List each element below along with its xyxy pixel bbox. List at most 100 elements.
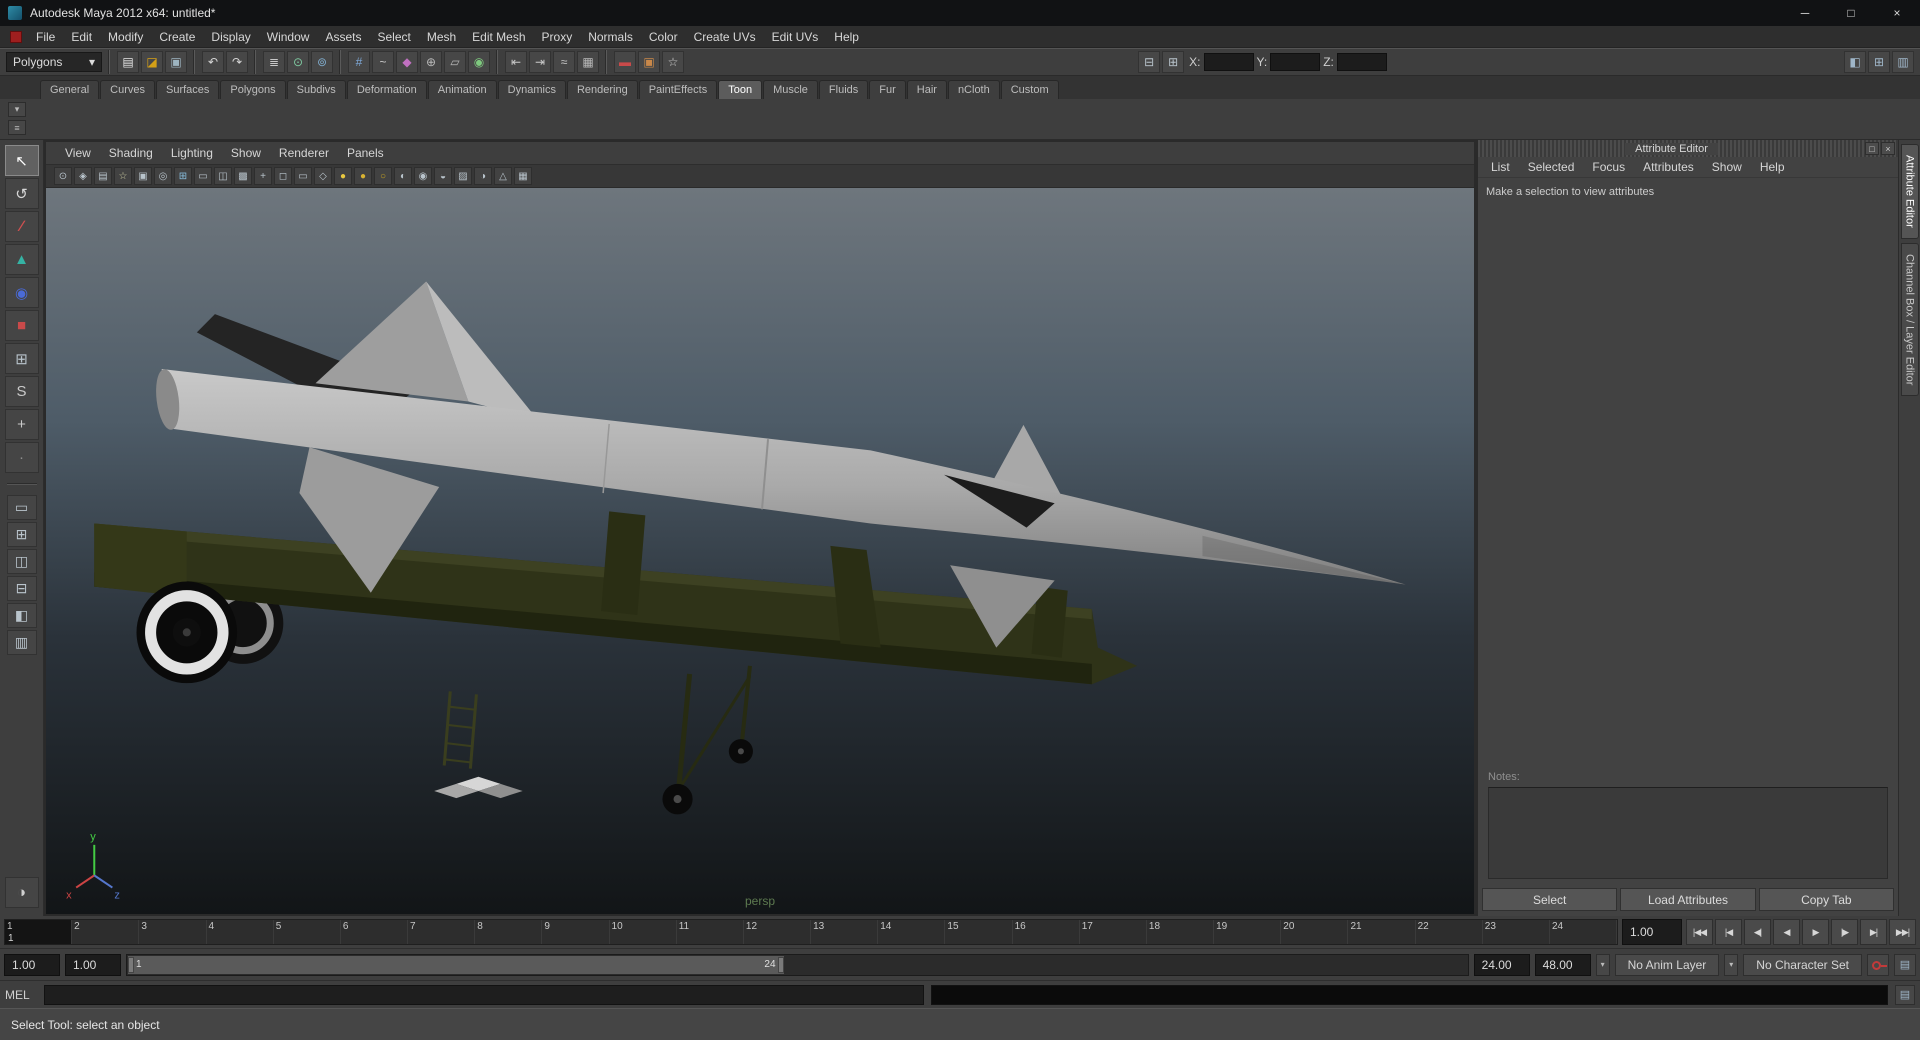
side-tab-attribute-editor[interactable]: Attribute Editor — [1900, 144, 1919, 239]
scale-tool[interactable]: ■ — [4, 310, 39, 341]
timeline-tick[interactable]: 7 — [408, 920, 476, 944]
input-field-mode-icon[interactable]: ⊞ — [1162, 51, 1185, 73]
lasso-tool[interactable]: ↺ — [4, 178, 39, 209]
shelf-tab-fluids[interactable]: Fluids — [818, 80, 869, 99]
status-line-separator[interactable] — [337, 50, 344, 74]
anim-layer-dropdown-icon[interactable]: ▾ — [1595, 953, 1610, 976]
last-tool-used[interactable]: · — [4, 442, 39, 473]
shelf-tab-surfaces[interactable]: Surfaces — [155, 80, 220, 99]
image-plane-icon[interactable]: ▣ — [134, 167, 152, 185]
playback-end-field[interactable]: 24.00 — [1473, 953, 1530, 976]
menu-edit-uvs[interactable]: Edit UVs — [764, 27, 827, 47]
shelf-tab-hair[interactable]: Hair — [906, 80, 947, 99]
xray-mode-icon[interactable]: ◑ — [474, 167, 492, 185]
isolate-select-icon[interactable]: △ — [494, 167, 512, 185]
camera-attributes-icon[interactable]: ▤ — [94, 167, 112, 185]
menu-proxy[interactable]: Proxy — [534, 27, 581, 47]
timeline-tick[interactable]: 20 — [1281, 920, 1349, 944]
menu-normals[interactable]: Normals — [580, 27, 641, 47]
lock-camera-icon[interactable]: ◈ — [74, 167, 92, 185]
resolution-gate-icon[interactable]: ◫ — [214, 167, 232, 185]
shelf-tab-painteffects[interactable]: PaintEffects — [638, 80, 718, 99]
input-connections-icon[interactable]: ⇤ — [505, 51, 527, 73]
rotate-tool[interactable]: ◉ — [4, 277, 39, 308]
snap-to-point-icon[interactable]: ◆ — [396, 51, 418, 73]
current-time-field[interactable]: 1.00 — [1622, 919, 1682, 945]
status-line-separator[interactable] — [191, 50, 198, 74]
timeline-tick[interactable]: 24 — [1550, 920, 1617, 944]
animation-start-field[interactable]: 1.00 — [4, 953, 60, 976]
shelf-tab-curves[interactable]: Curves — [100, 80, 155, 99]
range-slider-bar[interactable]: 1 24 — [128, 955, 784, 974]
timeline-tick[interactable]: 3 — [139, 920, 207, 944]
ae-menu-show[interactable]: Show — [1705, 158, 1749, 176]
ae-menu-list[interactable]: List — [1484, 158, 1517, 176]
layout-three-panes-icon[interactable]: ▥ — [6, 630, 37, 655]
animation-preferences-button[interactable]: ▤ — [1894, 953, 1916, 976]
select-object-icon[interactable]: ⊙ — [287, 51, 309, 73]
shelf-tab-muscle[interactable]: Muscle — [763, 80, 818, 99]
ae-menu-help[interactable]: Help — [1753, 158, 1792, 176]
shelf-tab-general[interactable]: General — [40, 80, 100, 99]
timeline-tick[interactable]: 16 — [1013, 920, 1080, 944]
viewport-canvas[interactable]: y x z persp — [46, 188, 1474, 914]
timeline-tick[interactable]: 17 — [1080, 920, 1147, 944]
ae-float-icon[interactable]: □ — [1864, 142, 1879, 155]
viewport-3d-scene[interactable]: y x z — [46, 188, 1474, 914]
shelf-tab-custom[interactable]: Custom — [1000, 80, 1059, 99]
camera-name-label[interactable]: persp — [745, 894, 775, 908]
make-live-icon[interactable]: ◉ — [468, 51, 490, 73]
two-d-pan-zoom-icon[interactable]: ◎ — [154, 167, 172, 185]
redo-icon[interactable]: ↷ — [226, 51, 248, 73]
time-slider[interactable]: 1 1 2 3 4 5 6 7 8 9 10 11 12 13 14 15 16… — [4, 919, 1618, 945]
layout-two-panes-side-icon[interactable]: ◫ — [6, 549, 37, 574]
timeline-tick[interactable]: 9 — [542, 920, 610, 944]
selection-mask-icon[interactable]: ⊟ — [1138, 51, 1161, 73]
layout-two-panes-stacked-icon[interactable]: ⊟ — [6, 576, 37, 601]
hypershade-icon[interactable]: ▦ — [577, 51, 599, 73]
z-coordinate-field[interactable] — [1336, 53, 1387, 71]
side-tab-channel-box[interactable]: Channel Box / Layer Editor — [1900, 242, 1919, 397]
output-connections-icon[interactable]: ⇥ — [529, 51, 551, 73]
animation-end-field[interactable]: 48.00 — [1534, 953, 1591, 976]
panel-menu-renderer[interactable]: Renderer — [270, 143, 338, 163]
panel-menu-shading[interactable]: Shading — [100, 143, 162, 163]
anim-layer-selector[interactable]: No Anim Layer — [1614, 953, 1720, 976]
select-component-icon[interactable]: ⊚ — [311, 51, 333, 73]
shelf-tab-subdivs[interactable]: Subdivs — [286, 80, 346, 99]
timeline-tick[interactable]: 14 — [878, 920, 946, 944]
menu-mesh[interactable]: Mesh — [419, 27, 464, 47]
status-line-separator[interactable] — [494, 50, 501, 74]
ipr-render-icon[interactable]: ▣ — [638, 51, 660, 73]
snap-to-view-plane-icon[interactable]: ▱ — [444, 51, 466, 73]
ae-select-button[interactable]: Select — [1482, 888, 1618, 911]
status-line-separator[interactable] — [603, 50, 610, 74]
shelf-tab-deformation[interactable]: Deformation — [346, 80, 427, 99]
select-hierarchy-icon[interactable]: ≣ — [263, 51, 285, 73]
attribute-editor-header[interactable]: Attribute Editor □ × — [1478, 140, 1898, 157]
notes-textarea[interactable] — [1488, 787, 1888, 879]
show-hide-tool-settings-icon[interactable]: ⊞ — [1868, 51, 1891, 73]
panel-layout-sphere-icon[interactable]: ◑ — [4, 877, 39, 908]
shelf-tab-ncloth[interactable]: nCloth — [947, 80, 1000, 99]
shelf-tab-rendering[interactable]: Rendering — [566, 80, 638, 99]
shelf-menu-icon[interactable]: ≡ — [8, 120, 26, 135]
timeline-tick[interactable]: 6 — [341, 920, 409, 944]
command-result-field[interactable] — [931, 984, 1888, 1005]
close-button[interactable]: × — [1874, 0, 1920, 26]
panel-menu-panels[interactable]: Panels — [338, 143, 393, 163]
layout-four-panes-icon[interactable]: ⊞ — [6, 522, 37, 547]
bookmarks-icon[interactable]: ☆ — [114, 167, 132, 185]
safe-action-icon[interactable]: ◻ — [274, 167, 292, 185]
ae-menu-selected[interactable]: Selected — [1521, 158, 1582, 176]
step-back-one-frame-button[interactable]: |◀ — [1715, 919, 1742, 945]
menu-color[interactable]: Color — [641, 27, 686, 47]
menu-edit[interactable]: Edit — [63, 27, 100, 47]
safe-title-icon[interactable]: ▭ — [294, 167, 312, 185]
shelf-tab-fur[interactable]: Fur — [869, 80, 906, 99]
universal-manipulator-tool[interactable]: ⊞ — [4, 343, 39, 374]
snap-to-curve-icon[interactable]: ~ — [372, 51, 394, 73]
menu-modify[interactable]: Modify — [100, 27, 151, 47]
grid-toggle-icon[interactable]: ⊞ — [174, 167, 192, 185]
timeline-tick[interactable]: 1 — [5, 920, 73, 944]
